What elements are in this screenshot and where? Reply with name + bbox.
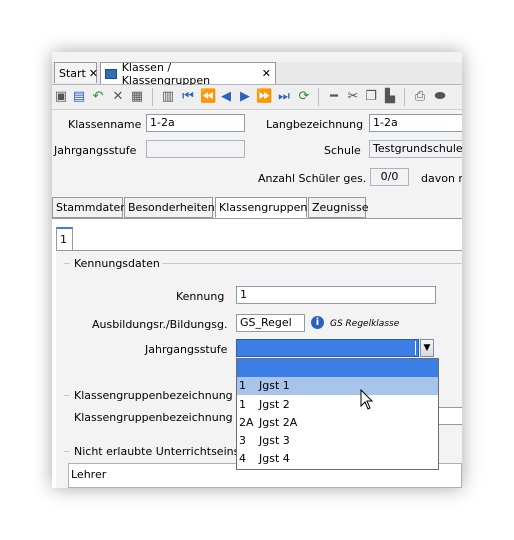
jahrgangsstufe-label: Jahrgangsstufe <box>54 144 137 157</box>
kennung-label: Kennung <box>176 290 225 303</box>
tab-start-label: Start <box>59 66 86 80</box>
group-line <box>64 451 70 452</box>
rewind-icon[interactable]: ⏪ <box>200 89 216 105</box>
option-text: Jgst 3 <box>259 434 290 447</box>
group-line <box>162 263 462 264</box>
option-code: 4 <box>239 452 246 465</box>
dropdown-option-jgst-2[interactable]: 1 Jgst 2 <box>237 396 438 413</box>
dropdown-option-jgst-2a[interactable]: 2A Jgst 2A <box>237 414 438 431</box>
ausbildung-hint: GS Regelklasse <box>330 319 400 329</box>
tab-klassen[interactable]: Klassen / Klassengruppen ✕ <box>100 60 276 87</box>
mouse-cursor-icon <box>360 389 374 410</box>
klassenname-label: Klassenname <box>68 118 142 131</box>
davon-label: davon m <box>421 172 462 185</box>
option-code: 1 <box>239 379 246 392</box>
jgst-label: Jahrgangsstufe <box>145 343 228 356</box>
forward-icon[interactable]: ⏩ <box>256 89 272 105</box>
cut-icon[interactable]: ✂ <box>345 89 361 105</box>
anzahl-field: 0/0 <box>370 168 409 186</box>
bezeichnung-label: Klassengruppenbezeichnung <box>74 411 233 424</box>
list-icon[interactable]: ▦ <box>129 89 145 105</box>
next-icon[interactable]: ▶ <box>237 89 253 105</box>
jgst-combobox[interactable] <box>236 339 419 357</box>
toolbar-separator <box>404 88 405 106</box>
dropdown-option-jgst-4[interactable]: 4 Jgst 4 <box>237 450 438 467</box>
option-code: 1 <box>239 398 246 411</box>
toolbar-separator <box>152 88 153 106</box>
dropdown-option-jgst-1[interactable]: 1 Jgst 1 <box>237 377 438 395</box>
paste-icon[interactable]: ▙ <box>382 89 398 105</box>
bezeichnung-group-label: Klassengruppenbezeichnung fü <box>74 389 247 402</box>
kennung-field[interactable]: 1 <box>236 286 436 304</box>
tab-besonderheiten[interactable]: Besonderheiten <box>124 197 215 218</box>
group-line <box>64 263 70 264</box>
document-tab-bar: Start ✕ Klassen / Klassengruppen ✕ <box>52 60 462 87</box>
tab-stammdaten[interactable]: Stammdaten <box>52 197 127 218</box>
option-text: Jgst 4 <box>259 452 290 465</box>
langbezeichnung-field[interactable]: 1-2a <box>369 114 462 132</box>
minus-icon[interactable]: ━ <box>326 89 342 105</box>
nicht-erlaubt-group-label: Nicht erlaubte Unterrichtseinsä <box>74 445 247 458</box>
option-code: 2A <box>239 416 254 429</box>
option-text: Jgst 2 <box>259 398 290 411</box>
print-icon[interactable]: ⎙ <box>412 89 428 105</box>
toolbar: ▣ ▤ ↶ ✕ ▦ ▥ ⏮ ⏪ ◀ ▶ ⏩ ⏭ ⟳ ━ ✂ ❐ ▙ ⎙ ⬬ <box>52 85 462 110</box>
ausbildung-label: Ausbildungsr./Bildungsg. <box>92 318 228 331</box>
save-icon[interactable]: ▤ <box>71 89 87 105</box>
anzahl-label: Anzahl Schüler ges. <box>258 172 367 185</box>
klassenname-field[interactable]: 1-2a <box>146 114 245 132</box>
langbezeichnung-label: Langbezeichnung <box>266 118 364 131</box>
dropdown-option-jgst-3[interactable]: 3 Jgst 3 <box>237 432 438 449</box>
option-text: Jgst 2A <box>259 416 298 429</box>
table-icon[interactable]: ▥ <box>160 89 176 105</box>
group-line <box>64 395 70 396</box>
info-icon[interactable]: i <box>311 316 324 329</box>
undo-icon[interactable]: ↶ <box>90 89 106 105</box>
delete-icon[interactable]: ✕ <box>110 89 126 105</box>
text-caret <box>415 341 416 355</box>
class-icon <box>105 68 117 79</box>
copy-icon[interactable]: ❐ <box>363 89 379 105</box>
option-code: 3 <box>239 434 246 447</box>
dropdown-option-empty[interactable] <box>237 359 438 377</box>
option-text: Jgst 1 <box>259 379 290 392</box>
close-icon[interactable]: ✕ <box>262 67 271 80</box>
tab-start[interactable]: Start ✕ <box>54 62 98 83</box>
lehrer-column-header[interactable]: Lehrer <box>71 468 106 481</box>
jgst-dropdown-list: 1 Jgst 1 1 Jgst 2 2A Jgst 2A 3 Jgst 3 4 … <box>236 358 439 470</box>
toolbar-separator <box>318 88 319 106</box>
chevron-down-icon[interactable]: ▼ <box>420 339 434 357</box>
refresh-icon[interactable]: ⟳ <box>296 89 312 105</box>
last-icon[interactable]: ⏭ <box>276 89 292 105</box>
prev-icon[interactable]: ◀ <box>218 89 234 105</box>
bezeichnung-field[interactable] <box>437 407 462 425</box>
ausbildung-field[interactable]: GS_Regel <box>236 314 305 332</box>
close-icon[interactable]: ✕ <box>89 67 98 80</box>
jahrgangsstufe-field[interactable] <box>146 140 245 158</box>
section-tab-bar: Stammdaten Besonderheiten Klassengruppen… <box>52 197 462 219</box>
first-icon[interactable]: ⏮ <box>180 89 196 105</box>
tab-zeugnisse[interactable]: Zeugnisse <box>308 197 369 218</box>
tab-klassen-label: Klassen / Klassengruppen <box>121 60 211 87</box>
schule-label: Schule <box>324 144 361 157</box>
preview-icon[interactable]: ⬬ <box>432 89 448 105</box>
app-window: Start ✕ Klassen / Klassengruppen ✕ ▣ ▤ ↶… <box>52 52 462 488</box>
kennungsdaten-group-label: Kennungsdaten <box>74 257 160 270</box>
new-icon[interactable]: ▣ <box>53 89 69 105</box>
tab-klassengruppen[interactable]: Klassengruppen <box>215 197 307 218</box>
schule-field[interactable]: Testgrundschule <box>369 140 462 158</box>
tab-gruppe-1[interactable]: 1 <box>56 227 73 251</box>
